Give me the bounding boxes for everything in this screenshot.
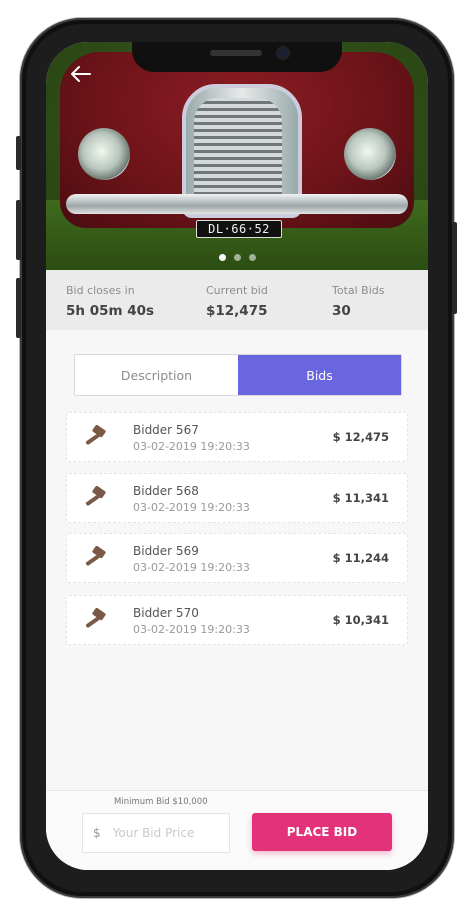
volume-up-button — [16, 200, 21, 260]
bidder-name: Bidder 567 — [133, 423, 199, 437]
closes-in-label: Bid closes in — [66, 284, 135, 297]
tab-description[interactable]: Description — [75, 355, 238, 395]
tab-bids[interactable]: Bids — [238, 355, 401, 395]
bid-amount: $ 11,341 — [332, 491, 389, 505]
bid-amount: $ 11,244 — [332, 551, 389, 565]
mute-switch — [16, 136, 21, 170]
carousel-indicator — [46, 254, 428, 261]
right-headlight — [344, 128, 396, 180]
current-bid-stat: Current bid $12,475 — [206, 284, 268, 319]
bid-row[interactable]: Bidder 568 03-02-2019 19:20:33 $ 11,341 — [66, 473, 408, 523]
volume-down-button — [16, 278, 21, 338]
front-camera — [278, 48, 288, 58]
closes-in-value: 5h 05m 40s — [66, 303, 155, 319]
detail-tabs: Description Bids — [74, 354, 402, 396]
bid-amount: $ 10,341 — [332, 613, 389, 627]
place-bid-bar: Minimum Bid $10,000 $ PLACE BID — [46, 790, 428, 870]
place-bid-button[interactable]: PLACE BID — [252, 813, 392, 851]
license-plate: DL·66·52 — [196, 220, 282, 238]
total-bids-value: 30 — [332, 303, 351, 319]
bidder-name: Bidder 570 — [133, 606, 199, 620]
bid-timestamp: 03-02-2019 19:20:33 — [133, 623, 250, 636]
bidder-name: Bidder 569 — [133, 544, 199, 558]
carousel-dot[interactable] — [248, 254, 256, 261]
car-image-carousel[interactable]: DL·66·52 — [46, 42, 428, 270]
bidder-name: Bidder 568 — [133, 484, 199, 498]
bid-price-field[interactable]: $ — [82, 813, 230, 853]
carousel-dot[interactable] — [233, 254, 241, 261]
minimum-bid-hint: Minimum Bid $10,000 — [114, 797, 208, 807]
bid-timestamp: 03-02-2019 19:20:33 — [133, 501, 250, 514]
gavel-icon — [85, 546, 106, 566]
bid-amount: $ 12,475 — [332, 430, 389, 444]
arrow-left-icon — [71, 66, 91, 82]
app-screen: DL·66·52 Bid closes in 5h 05m 40s Curren… — [46, 42, 428, 870]
bid-row[interactable]: Bidder 567 03-02-2019 19:20:33 $ 12,475 — [66, 412, 408, 462]
current-bid-label: Current bid — [206, 284, 268, 297]
bid-row[interactable]: Bidder 570 03-02-2019 19:20:33 $ 10,341 — [66, 595, 408, 645]
car-grille-slats — [194, 98, 282, 202]
speaker-grille — [210, 50, 262, 56]
currency-symbol: $ — [93, 826, 101, 840]
back-button[interactable] — [68, 64, 92, 84]
gavel-icon — [85, 425, 106, 445]
closes-in-stat: Bid closes in 5h 05m 40s — [66, 284, 154, 319]
phone-notch — [132, 42, 342, 72]
power-button — [452, 222, 457, 314]
auction-stats: Bid closes in 5h 05m 40s Current bid $12… — [46, 270, 428, 330]
carousel-dot[interactable] — [218, 254, 226, 261]
gavel-icon — [85, 608, 106, 628]
total-bids-label: Total Bids — [332, 284, 385, 297]
left-headlight — [78, 128, 130, 180]
total-bids-stat: Total Bids 30 — [332, 284, 385, 319]
car-bumper — [66, 194, 408, 214]
gavel-icon — [85, 486, 106, 506]
bid-row[interactable]: Bidder 569 03-02-2019 19:20:33 $ 11,244 — [66, 533, 408, 583]
current-bid-value: $12,475 — [206, 303, 268, 319]
bid-timestamp: 03-02-2019 19:20:33 — [133, 440, 250, 453]
bid-timestamp: 03-02-2019 19:20:33 — [133, 561, 250, 574]
bid-price-input[interactable] — [110, 825, 225, 841]
